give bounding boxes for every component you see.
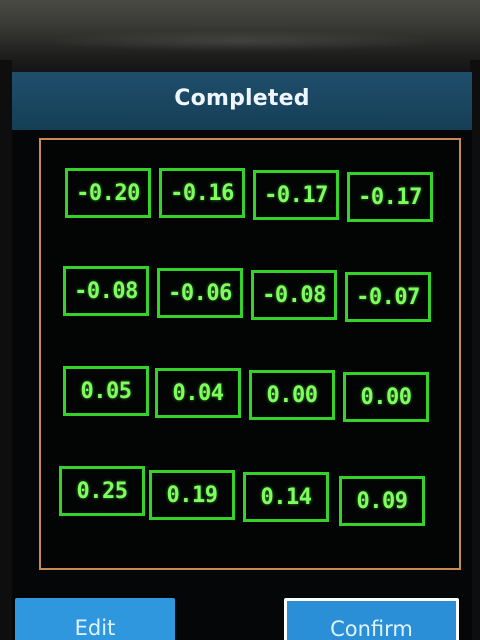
title-bar: Completed — [12, 72, 472, 130]
device-bezel-left — [0, 60, 12, 640]
device-bezel-top — [0, 0, 480, 70]
edit-button[interactable]: Edit — [15, 598, 175, 640]
mesh-cell[interactable]: -0.16 — [159, 168, 245, 218]
mesh-cell[interactable]: 0.14 — [243, 472, 329, 522]
confirm-button[interactable]: Confirm — [284, 598, 459, 640]
mesh-cell[interactable]: -0.06 — [157, 268, 243, 318]
mesh-cell[interactable]: -0.17 — [347, 172, 433, 222]
mesh-cell[interactable]: 0.05 — [63, 366, 149, 416]
mesh-cell[interactable]: 0.04 — [155, 368, 241, 418]
mesh-cell[interactable]: -0.20 — [65, 168, 151, 218]
mesh-cell[interactable]: 0.19 — [149, 470, 235, 520]
mesh-cell[interactable]: 0.25 — [59, 466, 145, 516]
mesh-cell[interactable]: -0.08 — [251, 270, 337, 320]
mesh-cell[interactable]: 0.00 — [249, 370, 335, 420]
mesh-cell[interactable]: -0.07 — [345, 272, 431, 322]
bezel-reflection — [40, 30, 440, 52]
mesh-grid-panel: -0.20 -0.16 -0.17 -0.17 -0.08 -0.06 -0.0… — [39, 138, 461, 570]
mesh-cell[interactable]: 0.09 — [339, 476, 425, 526]
mesh-cell[interactable]: -0.08 — [63, 266, 149, 316]
page-title: Completed — [174, 86, 310, 111]
display-screen: Completed -0.20 -0.16 -0.17 -0.17 -0.08 … — [12, 72, 472, 640]
mesh-cell[interactable]: 0.00 — [343, 372, 429, 422]
mesh-cell[interactable]: -0.17 — [253, 170, 339, 220]
